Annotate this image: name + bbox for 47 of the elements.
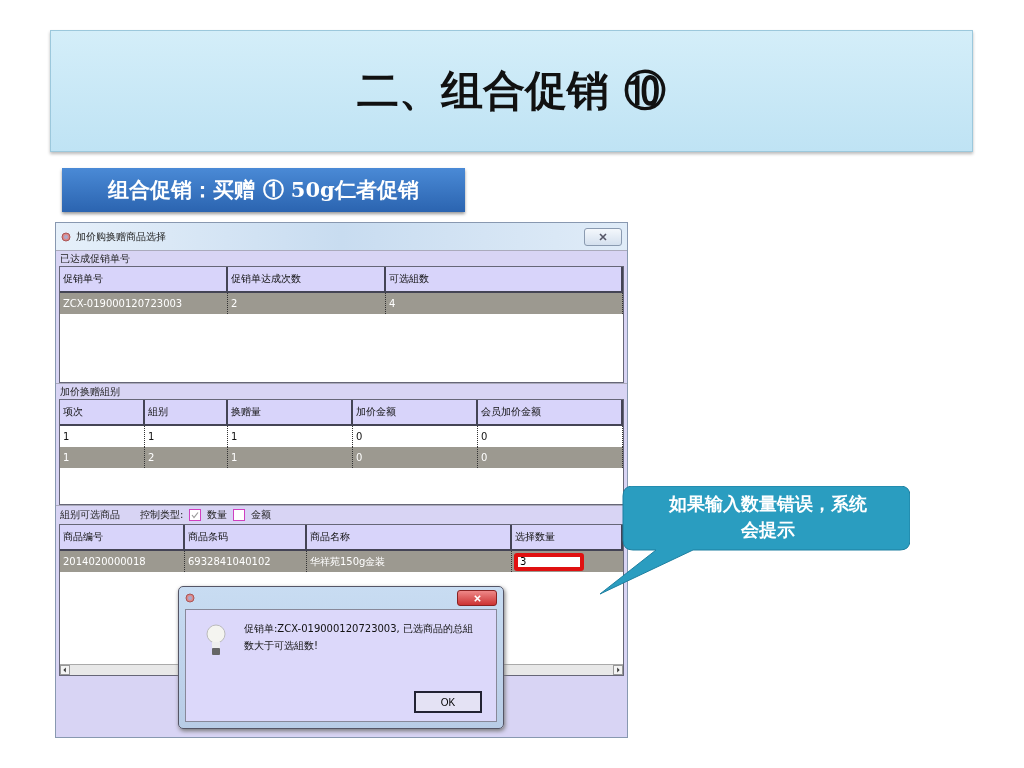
close-button[interactable] [584, 227, 622, 246]
checkbox[interactable] [233, 509, 246, 521]
table-cell: ZCX-019000120723003 [60, 293, 228, 314]
table-cell: 2 [145, 447, 228, 468]
table-cell: 2 [228, 293, 386, 314]
close-icon [598, 231, 608, 242]
control-type-label: 控制类型: [140, 508, 184, 522]
message-text: 促销单:ZCX-019000120723003, 已选商品的总組数大于可选組数! [244, 622, 474, 653]
lightbulb-icon [206, 624, 226, 658]
app-icon [185, 593, 195, 603]
table-cell: 6932841040102 [185, 551, 307, 572]
checkbox-label: 数量 [207, 508, 228, 522]
column-header[interactable]: 加价金额 [353, 400, 478, 424]
table-cell: 华祥苑150g金装 [307, 551, 512, 572]
scroll-left-icon[interactable] [60, 665, 70, 675]
column-header[interactable]: 商品条码 [185, 525, 307, 549]
column-header[interactable]: 换赠量 [228, 400, 353, 424]
column-header[interactable]: 可选組数 [386, 267, 623, 291]
app-icon [61, 231, 71, 242]
group-label: 已达成促销单号 [60, 251, 130, 266]
slide-title: 二、组合促销 ⑩ [357, 65, 666, 117]
group-label: 組别可选商品 [60, 508, 120, 522]
column-header[interactable]: 项次 [60, 400, 145, 424]
column-header[interactable]: 会员加价金额 [478, 400, 623, 424]
column-header[interactable]: 促销单达成次数 [228, 267, 386, 291]
checkbox-label: 金额 [251, 508, 272, 522]
table-cell: 2014020000018 [60, 551, 185, 572]
column-header[interactable]: 組别 [145, 400, 228, 424]
scroll-right-icon[interactable] [613, 665, 623, 675]
group-label: 加价换赠組别 [60, 384, 120, 399]
table-cell: 1 [60, 447, 145, 468]
column-header[interactable]: 商品名称 [307, 525, 512, 549]
table-row[interactable]: 2014020000018 6932841040102 华祥苑150g金装 3 [60, 551, 623, 572]
column-header[interactable]: 商品编号 [60, 525, 185, 549]
column-header[interactable]: 促销单号 [60, 267, 228, 291]
table-cell: 1 [228, 447, 353, 468]
callout-text: 如果输入数量错误，系统会提示 [668, 492, 868, 542]
table-cell: 4 [386, 293, 623, 314]
quantity-field[interactable]: 3 [514, 552, 584, 571]
table-cell: 0 [353, 447, 478, 468]
checkbox[interactable] [189, 509, 202, 521]
close-button[interactable] [457, 590, 497, 606]
window-title: 加价购换赠商品选择 [76, 229, 166, 244]
slide-subtitle: 组合促销：买赠 ① 50g仁者促销 [108, 176, 419, 204]
table-cell: 0 [478, 447, 623, 468]
close-icon [472, 593, 482, 603]
ok-button[interactable]: OK [414, 691, 482, 713]
